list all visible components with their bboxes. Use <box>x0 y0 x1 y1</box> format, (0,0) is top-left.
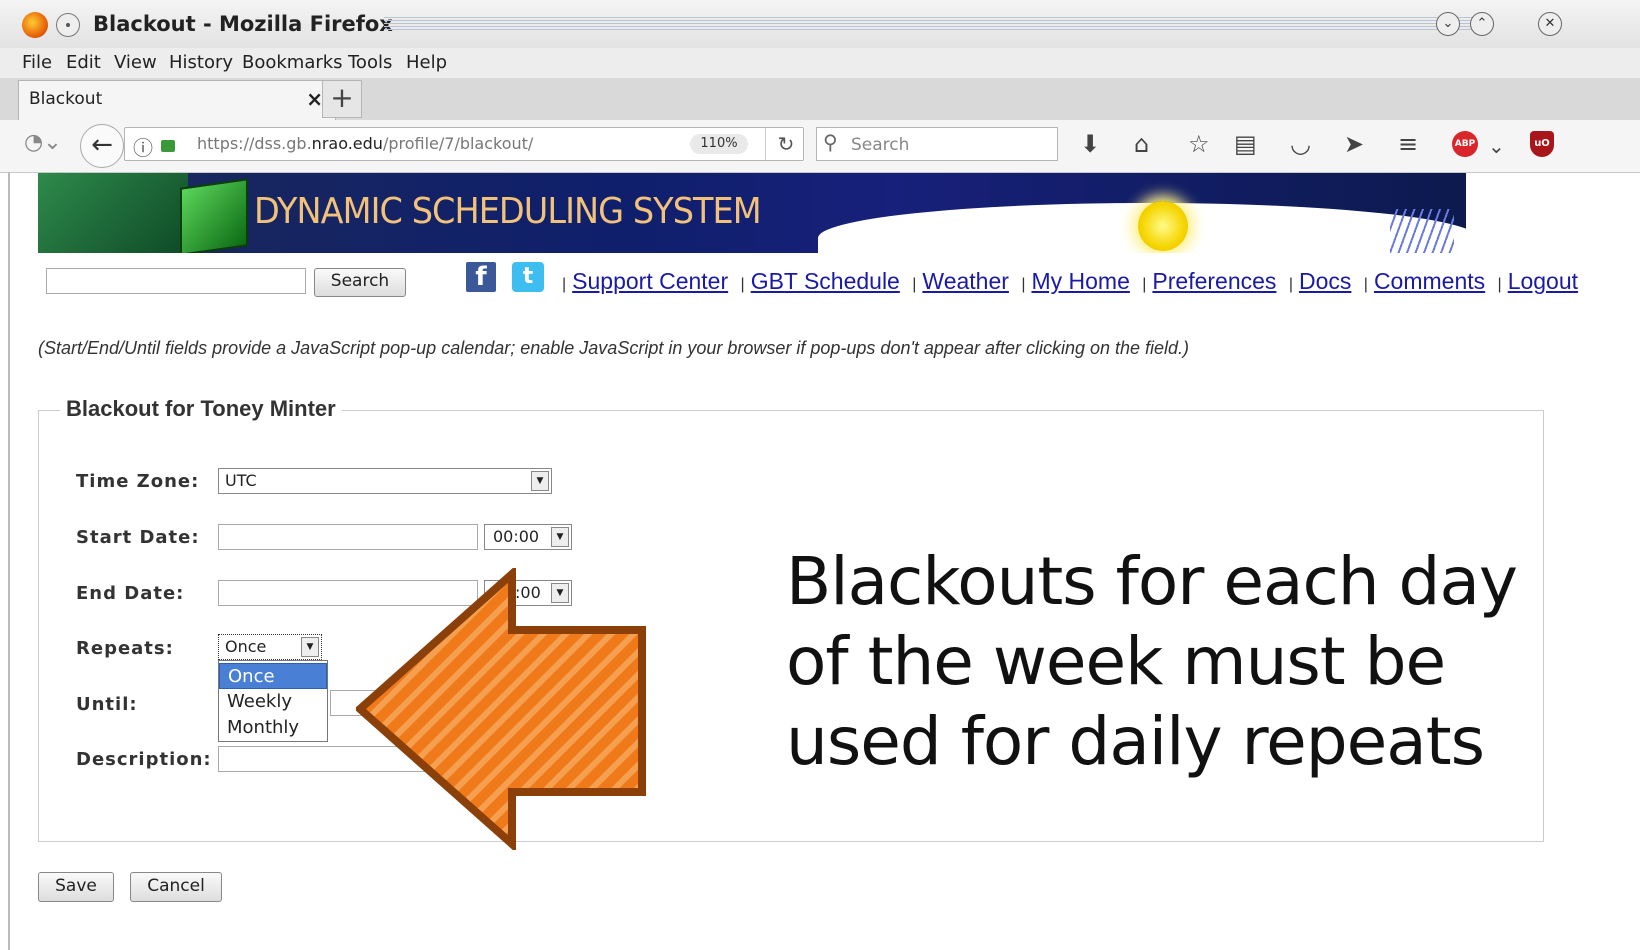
history-icon[interactable]: ◔⌄ <box>24 130 62 155</box>
lock-icon <box>161 140 175 152</box>
annotation-line-2: of the week must be <box>786 623 1446 700</box>
menu-tools[interactable]: Tools <box>348 52 392 73</box>
repeats-value: Once <box>225 637 267 656</box>
adblock-icon[interactable]: ABP <box>1452 131 1478 157</box>
save-button[interactable]: Save <box>38 872 114 902</box>
tab-blackout[interactable]: Blackout × <box>18 80 336 120</box>
label-repeats: Repeats: <box>76 638 174 659</box>
link-my-home[interactable]: My Home <box>1031 268 1129 294</box>
site-search-input[interactable] <box>46 268 306 294</box>
back-button[interactable]: ← <box>80 124 124 168</box>
start-date-input[interactable] <box>218 524 478 550</box>
title-bar-stripes <box>384 17 1484 31</box>
menu-history[interactable]: History <box>169 52 233 73</box>
info-icon[interactable]: ⓘ <box>133 132 153 161</box>
site-banner: DYNAMIC SCHEDULING SYSTEM <box>38 173 1466 253</box>
menu-view[interactable]: View <box>114 52 157 73</box>
annotation-line-1: Blackouts for each day <box>786 543 1518 620</box>
link-comments[interactable]: Comments <box>1374 268 1485 294</box>
link-support-center[interactable]: Support Center <box>572 268 728 294</box>
annotation-line-3: used for daily repeats <box>786 703 1485 780</box>
reading-list-icon[interactable]: ▤ <box>1234 130 1257 158</box>
timezone-value: UTC <box>225 471 257 490</box>
bookmark-star-icon[interactable]: ☆ <box>1188 130 1210 158</box>
menu-bar: File Edit View History Bookmarks Tools H… <box>0 48 1640 78</box>
window-menu-icon[interactable] <box>56 13 80 37</box>
menu-bookmarks[interactable]: Bookmarks <box>242 52 343 73</box>
ublock-icon[interactable]: uO <box>1530 131 1554 157</box>
start-time-value: 00:00 <box>493 527 540 546</box>
window-title: Blackout - Mozilla Firefox <box>93 12 393 36</box>
maximize-icon[interactable]: ⌃ <box>1470 12 1494 36</box>
url-bar[interactable]: ⓘ https://dss.gb.nrao.edu/profile/7/blac… <box>124 127 804 161</box>
fieldset-legend: Blackout for Toney Minter <box>60 396 342 422</box>
chevron-down-icon: ▼ <box>301 637 319 657</box>
repeats-select[interactable]: Once ▼ <box>218 634 322 660</box>
browser-search-placeholder: Search <box>851 135 910 155</box>
label-start-date: Start Date: <box>76 527 200 548</box>
timezone-select[interactable]: UTC ▼ <box>218 468 552 494</box>
start-time-select[interactable]: 00:00 ▼ <box>484 524 572 550</box>
send-icon[interactable]: ➤ <box>1344 130 1364 158</box>
link-weather[interactable]: Weather <box>922 268 1009 294</box>
window-title-bar: Blackout - Mozilla Firefox ⌄ ⌃ ✕ <box>0 0 1640 49</box>
chevron-down-icon[interactable]: ⌄ <box>1488 134 1505 158</box>
site-nav-links: | Support Center | GBT Schedule | Weather |… <box>562 268 1579 294</box>
site-search-button[interactable]: Search <box>314 268 406 297</box>
calendar-note: (Start/End/Until fields provide a JavaSc… <box>38 338 1190 358</box>
label-time-zone: Time Zone: <box>76 471 200 492</box>
annotation-text: Blackouts for each day of the week must … <box>786 542 1546 782</box>
twitter-icon[interactable]: t <box>512 262 544 292</box>
link-docs[interactable]: Docs <box>1299 268 1351 294</box>
link-preferences[interactable]: Preferences <box>1152 268 1276 294</box>
repeats-dropdown-list: Once Weekly Monthly <box>218 660 328 742</box>
close-window-icon[interactable]: ✕ <box>1538 12 1562 36</box>
hamburger-menu-icon[interactable]: ≡ <box>1398 130 1418 158</box>
tab-label: Blackout <box>29 89 103 109</box>
annotation-arrow <box>356 568 646 850</box>
option-once[interactable]: Once <box>219 663 327 689</box>
option-weekly[interactable]: Weekly <box>219 689 327 715</box>
zoom-level[interactable]: 110% <box>690 134 748 154</box>
firefox-logo-icon <box>22 12 48 38</box>
menu-edit[interactable]: Edit <box>66 52 101 73</box>
pocket-icon[interactable]: ◡ <box>1290 130 1311 158</box>
chevron-down-icon: ▼ <box>531 471 549 491</box>
menu-file[interactable]: File <box>22 52 52 73</box>
cube-logo-icon <box>180 178 248 253</box>
window-left-border <box>8 172 10 950</box>
tab-close-icon[interactable]: × <box>306 87 323 111</box>
label-description: Description: <box>76 749 212 770</box>
minimize-icon[interactable]: ⌄ <box>1436 12 1460 36</box>
label-until: Until: <box>76 694 138 715</box>
browser-search-box[interactable]: ⚲ Search <box>816 127 1058 161</box>
chevron-down-icon: ▼ <box>551 527 569 547</box>
link-logout[interactable]: Logout <box>1508 268 1578 294</box>
search-icon: ⚲ <box>823 130 838 154</box>
link-gbt-schedule[interactable]: GBT Schedule <box>751 268 900 294</box>
url-text[interactable]: https://dss.gb.nrao.edu/profile/7/blacko… <box>197 134 533 153</box>
telescope-image <box>38 173 188 253</box>
home-icon[interactable]: ⌂ <box>1134 130 1149 158</box>
reload-icon[interactable]: ↻ <box>765 128 806 160</box>
menu-help[interactable]: Help <box>406 52 447 73</box>
facebook-icon[interactable]: f <box>466 262 496 292</box>
new-tab-button[interactable]: + <box>322 80 362 118</box>
sun-icon <box>1138 201 1188 251</box>
banner-title: DYNAMIC SCHEDULING SYSTEM <box>254 191 762 232</box>
rain-icon <box>1390 209 1454 253</box>
cancel-button[interactable]: Cancel <box>130 872 222 902</box>
downloads-icon[interactable]: ⬇ <box>1080 130 1100 158</box>
label-end-date: End Date: <box>76 583 185 604</box>
option-monthly[interactable]: Monthly <box>219 715 327 741</box>
